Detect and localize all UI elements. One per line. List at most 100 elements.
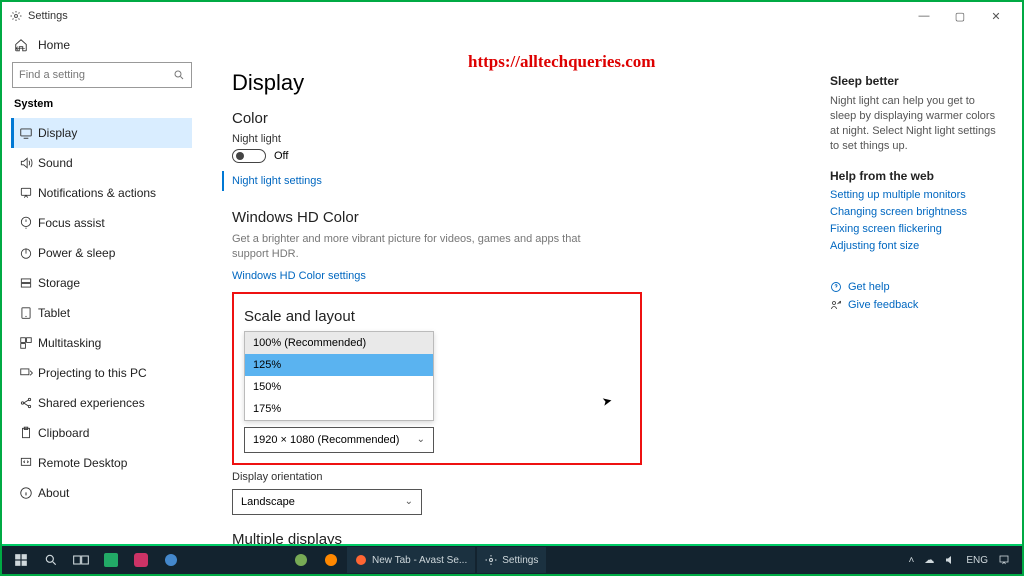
help-link-fontsize[interactable]: Adjusting font size	[830, 240, 1000, 252]
search-icon	[173, 69, 185, 81]
sidebar-item-multitasking[interactable]: Multitasking	[12, 328, 192, 358]
sidebar-item-tablet[interactable]: Tablet	[12, 298, 192, 328]
taskbar-app-label: New Tab - Avast Se...	[372, 555, 467, 566]
sidebar-item-label: Clipboard	[38, 426, 89, 440]
clipboard-icon	[14, 426, 38, 440]
sidebar-item-label: Focus assist	[38, 216, 105, 230]
tray-cloud-icon[interactable]: ☁	[924, 555, 934, 566]
sidebar-item-label: Notifications & actions	[38, 186, 156, 200]
sidebar-item-storage[interactable]: Storage	[12, 268, 192, 298]
right-panel: Sleep better Night light can help you ge…	[830, 74, 1000, 317]
sidebar-item-label: Display	[38, 126, 77, 140]
help-link-flickering[interactable]: Fixing screen flickering	[830, 223, 1000, 235]
sidebar-item-label: Power & sleep	[38, 246, 115, 260]
multitask-icon	[14, 336, 38, 350]
scale-option-150[interactable]: 150%	[245, 376, 433, 398]
search-placeholder: Find a setting	[19, 69, 173, 81]
sidebar-item-display[interactable]: Display	[11, 118, 192, 148]
sidebar: Home Find a setting System Display Sound…	[2, 64, 202, 544]
resolution-select[interactable]: 1920 × 1080 (Recommended) ⌄	[244, 427, 434, 453]
sleep-better-heading: Sleep better	[830, 74, 1000, 88]
taskbar-app-label: Settings	[502, 555, 538, 566]
feedback-icon	[830, 299, 848, 311]
help-link-monitors[interactable]: Setting up multiple monitors	[830, 189, 1000, 201]
orientation-select[interactable]: Landscape ⌄	[232, 489, 422, 515]
chevron-down-icon: ⌄	[405, 496, 413, 507]
chevron-down-icon: ⌄	[417, 434, 425, 445]
taskview-button[interactable]	[66, 545, 96, 575]
start-button[interactable]	[6, 545, 36, 575]
orientation-value: Landscape	[241, 496, 295, 508]
scale-option-100[interactable]: 100% (Recommended)	[245, 332, 433, 354]
pinned-app-5[interactable]	[316, 545, 346, 575]
focus-icon	[14, 216, 38, 230]
sidebar-item-about[interactable]: About	[12, 478, 192, 508]
home-label: Home	[38, 38, 70, 52]
system-tray[interactable]: ˄ ☁ ENG	[908, 554, 1018, 566]
get-help-link[interactable]: Get help	[830, 281, 1000, 293]
shared-icon	[14, 396, 38, 410]
toggle-state: Off	[274, 150, 288, 162]
sidebar-item-label: Shared experiences	[38, 396, 145, 410]
scale-dropdown-open[interactable]: 100% (Recommended) 125% 150% 175%	[244, 331, 434, 421]
sidebar-item-label: Storage	[38, 276, 80, 290]
multiple-displays-heading: Multiple displays	[232, 531, 1002, 544]
night-light-settings-link[interactable]: Night light settings	[232, 175, 322, 187]
sidebar-item-label: Sound	[38, 156, 73, 170]
tray-volume-icon[interactable]	[944, 554, 956, 566]
sidebar-item-label: About	[38, 486, 69, 500]
taskbar: New Tab - Avast Se... Settings ˄ ☁ ENG	[2, 544, 1022, 574]
pinned-app-2[interactable]	[126, 545, 156, 575]
home-nav[interactable]: Home	[14, 38, 192, 52]
taskbar-app-settings[interactable]: Settings	[477, 547, 546, 573]
help-link-brightness[interactable]: Changing screen brightness	[830, 206, 1000, 218]
settings-app-icon	[10, 10, 22, 22]
tray-lang[interactable]: ENG	[966, 555, 988, 566]
resolution-value: 1920 × 1080 (Recommended)	[253, 434, 399, 446]
orientation-label: Display orientation	[232, 471, 1002, 483]
toggle-pill	[232, 149, 266, 163]
pinned-app-4[interactable]	[286, 545, 316, 575]
minimize-button[interactable]: —	[906, 10, 942, 22]
maximize-button[interactable]: ▢	[942, 10, 978, 23]
sidebar-item-remote[interactable]: Remote Desktop	[12, 448, 192, 478]
help-icon	[830, 281, 848, 293]
pinned-app-1[interactable]	[96, 545, 126, 575]
home-icon	[14, 38, 28, 52]
hd-settings-link[interactable]: Windows HD Color settings	[232, 270, 366, 282]
system-category-label: System	[14, 98, 192, 110]
scale-option-125[interactable]: 125%	[245, 354, 433, 376]
notification-center-icon[interactable]	[998, 554, 1010, 566]
sidebar-item-projecting[interactable]: Projecting to this PC	[12, 358, 192, 388]
scale-option-175[interactable]: 175%	[245, 398, 433, 420]
remote-icon	[14, 456, 38, 470]
help-web-heading: Help from the web	[830, 169, 1000, 183]
window-title: Settings	[28, 10, 68, 22]
sidebar-item-label: Remote Desktop	[38, 456, 127, 470]
display-icon	[14, 126, 38, 140]
pinned-app-3[interactable]	[156, 545, 186, 575]
sound-icon	[14, 156, 38, 170]
scale-highlight-box: Scale and layout 100% (Recommended) 125%…	[232, 292, 642, 465]
hd-description: Get a brighter and more vibrant picture …	[232, 232, 612, 262]
projecting-icon	[14, 366, 38, 380]
tray-chevron-icon[interactable]: ˄	[908, 555, 914, 566]
sidebar-item-power[interactable]: Power & sleep	[12, 238, 192, 268]
taskbar-app-browser[interactable]: New Tab - Avast Se...	[347, 547, 475, 573]
scale-heading: Scale and layout	[244, 308, 630, 325]
about-icon	[14, 486, 38, 500]
sidebar-item-label: Multitasking	[38, 336, 101, 350]
search-input[interactable]: Find a setting	[12, 62, 192, 88]
notifications-icon	[14, 186, 38, 200]
sidebar-item-shared[interactable]: Shared experiences	[12, 388, 192, 418]
sidebar-item-notifications[interactable]: Notifications & actions	[12, 178, 192, 208]
close-button[interactable]: ✕	[978, 10, 1014, 23]
sidebar-item-sound[interactable]: Sound	[12, 148, 192, 178]
sidebar-item-focus[interactable]: Focus assist	[12, 208, 192, 238]
search-button[interactable]	[36, 545, 66, 575]
sidebar-item-label: Projecting to this PC	[38, 366, 147, 380]
give-feedback-link[interactable]: Give feedback	[830, 299, 1000, 311]
get-help-label: Get help	[848, 281, 890, 293]
power-icon	[14, 246, 38, 260]
sidebar-item-clipboard[interactable]: Clipboard	[12, 418, 192, 448]
